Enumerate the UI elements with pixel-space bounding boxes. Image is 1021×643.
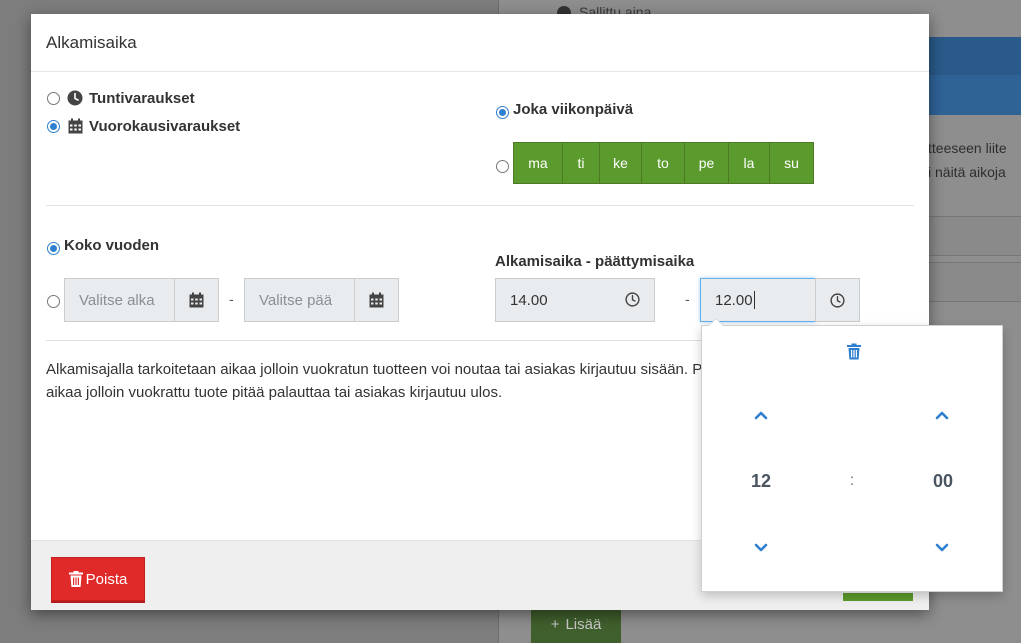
background-blue-bar-2 [928, 75, 1021, 115]
hour-decrement-button[interactable] [750, 537, 772, 559]
end-date-calendar-button[interactable] [354, 278, 399, 322]
clear-time-button[interactable] [844, 340, 864, 362]
text-caret [753, 291, 755, 309]
start-date-calendar-button[interactable] [174, 278, 219, 322]
weekday-button-group: ma ti ke to pe la su [513, 142, 814, 184]
background-text-2: i näitä aikoja [928, 164, 1006, 180]
hour-increment-button[interactable] [750, 404, 772, 426]
start-time-value: 14.00 [510, 291, 548, 309]
calendar-icon [189, 292, 204, 308]
minute-increment-button[interactable] [931, 404, 953, 426]
description-divider [46, 340, 701, 341]
hourly-radio[interactable] [47, 92, 60, 105]
time-separator: : [849, 472, 855, 489]
section-divider [46, 205, 914, 206]
calendar-icon [369, 292, 384, 308]
background-box-2 [928, 262, 1021, 302]
minute-decrement-button[interactable] [931, 537, 953, 559]
chevron-down-icon [935, 543, 949, 552]
modal-header: Alkamisaika [31, 14, 929, 72]
day-button-ma[interactable]: ma [514, 143, 563, 183]
minute-value[interactable]: 00 [922, 467, 964, 495]
background-box-1 [928, 216, 1021, 256]
delete-button[interactable]: Poista [51, 557, 145, 601]
start-date-input[interactable]: Valitse alka [64, 278, 175, 322]
modal-title: Alkamisaika [46, 33, 137, 52]
end-time-input[interactable]: 12.00 [700, 278, 816, 322]
date-range-separator: - [229, 291, 234, 307]
whole-year-label[interactable]: Koko vuoden [64, 237, 159, 254]
clock-icon [66, 89, 84, 107]
end-time-value: 12.00 [715, 291, 753, 309]
daily-radio[interactable] [47, 120, 60, 133]
calendar-icon [66, 117, 84, 135]
hour-value[interactable]: 12 [741, 467, 781, 495]
delete-button-label: Poista [85, 570, 128, 588]
time-picker-popup: 12 : 00 [701, 318, 1003, 592]
background-add-label: Lisää [565, 616, 602, 633]
day-button-ke[interactable]: ke [600, 143, 642, 183]
background-blue-bar [928, 37, 1021, 75]
day-button-pe[interactable]: pe [685, 143, 729, 183]
daily-label[interactable]: Vuorokausivaraukset [89, 118, 240, 135]
every-weekday-radio[interactable] [496, 106, 509, 119]
trash-icon [68, 571, 83, 587]
day-button-su[interactable]: su [770, 143, 813, 183]
clock-outline-icon[interactable] [623, 290, 641, 308]
plus-icon: + [550, 616, 560, 633]
every-weekday-label[interactable]: Joka viikonpäivä [513, 101, 633, 118]
day-button-la[interactable]: la [729, 143, 770, 183]
chevron-up-icon [935, 411, 949, 420]
day-button-to[interactable]: to [642, 143, 685, 183]
end-time-clock-button[interactable] [815, 278, 860, 322]
chevron-up-icon [754, 411, 768, 420]
time-range-label: Alkamisaika - päättymisaika [495, 253, 695, 270]
whole-year-radio[interactable] [47, 242, 60, 255]
background-text-1: tteeseen liite [928, 140, 1007, 156]
time-range-separator: - [685, 291, 690, 307]
trash-icon [847, 343, 861, 359]
select-weekdays-radio[interactable] [496, 160, 509, 173]
hourly-label[interactable]: Tuntivaraukset [89, 90, 195, 107]
day-button-ti[interactable]: ti [563, 143, 600, 183]
background-add-button: + Lisää [531, 606, 621, 643]
end-date-input[interactable]: Valitse pää [244, 278, 355, 322]
save-button-partial[interactable] [843, 593, 913, 601]
clock-outline-icon [830, 292, 845, 308]
chevron-down-icon [754, 543, 768, 552]
date-range-radio[interactable] [47, 295, 60, 308]
